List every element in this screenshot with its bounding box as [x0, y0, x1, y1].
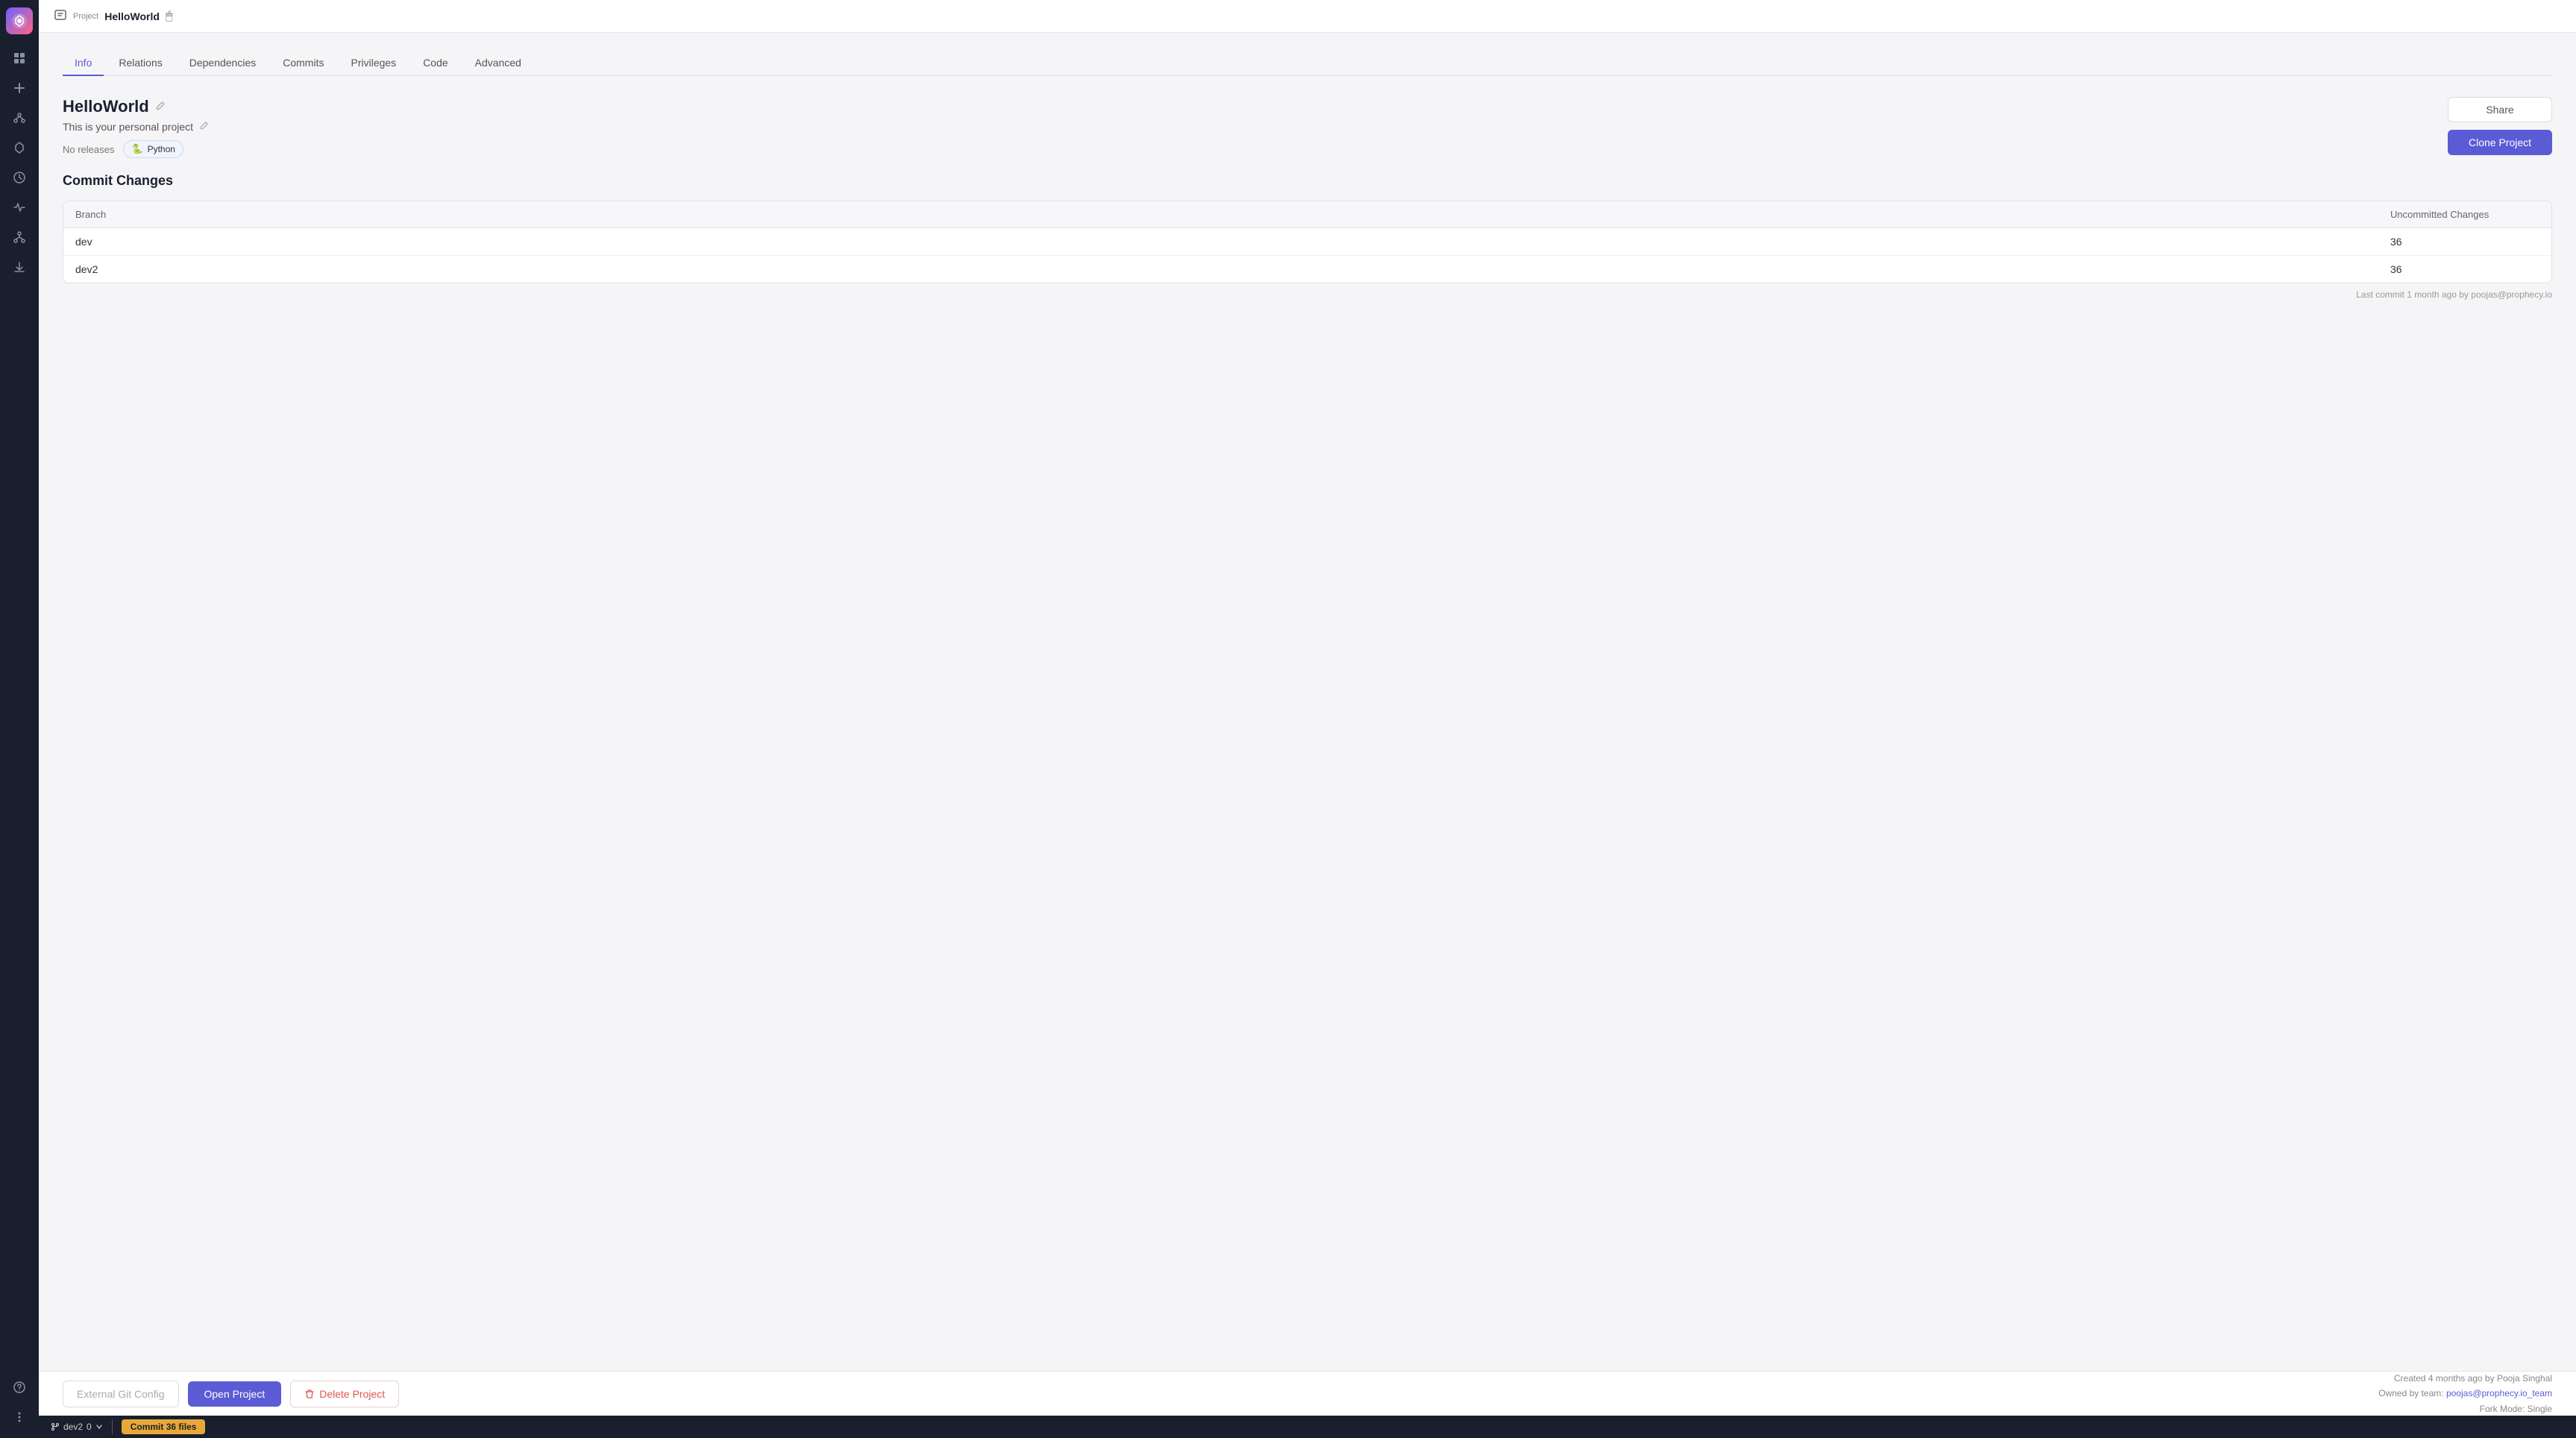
more-icon[interactable]: [6, 1404, 33, 1431]
created-meta: Created 4 months ago by Pooja Singhal: [2378, 1371, 2552, 1386]
uncommitted-dev: 36: [2390, 236, 2539, 248]
cursor-icon: 🖱: [166, 10, 173, 23]
bottom-actions: External Git Config Open Project Delete …: [63, 1381, 399, 1407]
bottom-bar: External Git Config Open Project Delete …: [39, 1371, 2576, 1416]
uncommitted-dev2: 36: [2390, 263, 2539, 275]
branch-header: Branch: [75, 209, 2390, 220]
plus-icon[interactable]: [6, 75, 33, 101]
tab-commits[interactable]: Commits: [271, 51, 336, 76]
network-icon[interactable]: [6, 224, 33, 251]
help-icon[interactable]: [6, 1374, 33, 1401]
share-button[interactable]: Share: [2448, 97, 2552, 122]
tab-info[interactable]: Info: [63, 51, 104, 76]
topbar-project-label: Project: [73, 12, 98, 21]
commit-changes-section: Commit Changes Branch Uncommitted Change…: [63, 173, 2552, 300]
python-label: Python: [148, 144, 175, 154]
tab-advanced[interactable]: Advanced: [463, 51, 533, 76]
commit-changes-title: Commit Changes: [63, 173, 2552, 189]
topbar-project-icon: [54, 8, 67, 24]
commit-table: Branch Uncommitted Changes dev 36 dev2 3…: [63, 201, 2552, 283]
statusbar-branch: dev2 0: [51, 1422, 103, 1432]
uncommitted-header: Uncommitted Changes: [2390, 209, 2539, 220]
branch-dev2: dev2: [75, 263, 2390, 275]
branch-name: dev2: [63, 1422, 83, 1432]
branch-icon: [51, 1422, 60, 1431]
clone-project-button[interactable]: Clone Project: [2448, 130, 2552, 155]
trash-icon: [304, 1389, 315, 1399]
clock-icon[interactable]: [6, 164, 33, 191]
python-icon: 🐍: [131, 143, 143, 155]
topbar: Project HelloWorld 🖱: [39, 0, 2576, 33]
project-meta-row: No releases 🐍 Python: [63, 140, 209, 158]
edit-description-icon[interactable]: [199, 121, 209, 133]
fork-mode-meta: Fork Mode: Single: [2378, 1401, 2552, 1416]
topbar-project-name: HelloWorld: [104, 10, 160, 22]
sidebar: [0, 0, 39, 1438]
commit-table-header: Branch Uncommitted Changes: [63, 201, 2551, 228]
statusbar-separator: [112, 1419, 113, 1434]
statusbar: dev2 0 Commit 36 files: [39, 1416, 2576, 1438]
bottom-meta: Created 4 months ago by Pooja Singhal Ow…: [2378, 1371, 2552, 1416]
external-git-config-button[interactable]: External Git Config: [63, 1381, 179, 1407]
app-logo[interactable]: [6, 7, 33, 34]
project-description: This is your personal project: [63, 121, 193, 133]
delete-project-label: Delete Project: [319, 1388, 385, 1400]
edit-project-name-icon[interactable]: [155, 101, 166, 113]
tab-code[interactable]: Code: [411, 51, 459, 76]
gem-icon[interactable]: [6, 134, 33, 161]
arrow-down-icon: [95, 1423, 103, 1431]
project-desc-row: This is your personal project: [63, 121, 209, 133]
python-badge: 🐍 Python: [123, 140, 183, 158]
delete-project-button[interactable]: Delete Project: [290, 1381, 399, 1407]
team-link[interactable]: poojas@prophecy.io_team: [2446, 1388, 2552, 1398]
graph-icon[interactable]: [6, 104, 33, 131]
commit-files-button[interactable]: Commit 36 files: [122, 1419, 206, 1434]
activity-icon[interactable]: [6, 194, 33, 221]
commit-footer: Last commit 1 month ago by poojas@prophe…: [63, 289, 2552, 300]
no-releases-label: No releases: [63, 144, 114, 155]
home-icon[interactable]: [6, 45, 33, 72]
tab-privileges[interactable]: Privileges: [339, 51, 408, 76]
open-project-button[interactable]: Open Project: [188, 1381, 282, 1407]
page-content: Info Relations Dependencies Commits Priv…: [39, 33, 2576, 1371]
project-header: HelloWorld This is your personal project…: [63, 97, 2552, 158]
main-area: Project HelloWorld 🖱 Info Relations Depe…: [39, 0, 2576, 1438]
tab-dependencies[interactable]: Dependencies: [178, 51, 268, 76]
action-buttons: Share Clone Project: [2448, 97, 2552, 155]
project-name: HelloWorld: [63, 97, 149, 116]
branch-count: 0: [87, 1422, 92, 1432]
owned-by-meta: Owned by team: poojas@prophecy.io_team: [2378, 1386, 2552, 1401]
table-row: dev 36: [63, 228, 2551, 256]
tab-relations[interactable]: Relations: [107, 51, 174, 76]
tabs-bar: Info Relations Dependencies Commits Priv…: [63, 51, 2552, 76]
branch-dev: dev: [75, 236, 2390, 248]
project-info: HelloWorld This is your personal project…: [63, 97, 209, 158]
download-icon[interactable]: [6, 254, 33, 280]
project-name-row: HelloWorld: [63, 97, 209, 116]
table-row: dev2 36: [63, 256, 2551, 283]
